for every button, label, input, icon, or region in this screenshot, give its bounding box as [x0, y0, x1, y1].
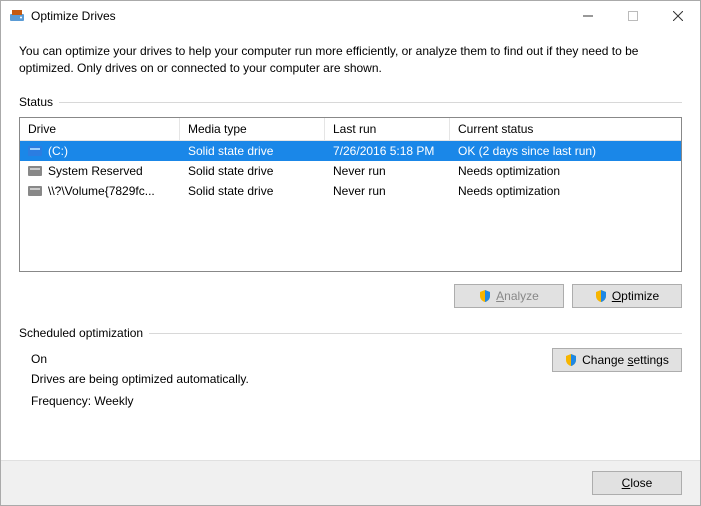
minimize-button[interactable]: [565, 1, 610, 31]
optimize-button[interactable]: Optimize: [572, 284, 682, 308]
cell-status: OK (2 days since last run): [450, 144, 681, 158]
cell-media: Solid state drive: [180, 144, 325, 158]
divider: [59, 102, 682, 103]
analyze-label-u: A: [496, 289, 504, 303]
cell-media: Solid state drive: [180, 164, 325, 178]
change-label-post: ettings: [634, 353, 669, 367]
close-window-button[interactable]: [655, 1, 700, 31]
optimize-label: ptimize: [621, 289, 659, 303]
scheduled-state: On: [31, 352, 552, 366]
col-header-lastrun[interactable]: Last run: [325, 118, 450, 140]
shield-icon: [595, 290, 607, 302]
cell-lastrun: Never run: [325, 184, 450, 198]
table-row[interactable]: (C:) Solid state drive 7/26/2016 5:18 PM…: [20, 141, 681, 161]
description-text: You can optimize your drives to help you…: [19, 43, 682, 77]
change-settings-button[interactable]: Change settings: [552, 348, 682, 372]
analyze-button: Analyze: [454, 284, 564, 308]
table-header: Drive Media type Last run Current status: [20, 118, 681, 141]
drive-icon: [28, 186, 42, 196]
cell-lastrun: Never run: [325, 164, 450, 178]
table-row[interactable]: \\?\Volume{7829fc... Solid state drive N…: [20, 181, 681, 201]
cell-drive: \\?\Volume{7829fc...: [48, 184, 155, 198]
scheduled-frequency: Frequency: Weekly: [31, 394, 552, 408]
drives-table: Drive Media type Last run Current status…: [19, 117, 682, 272]
cell-lastrun: 7/26/2016 5:18 PM: [325, 144, 450, 158]
table-row[interactable]: System Reserved Solid state drive Never …: [20, 161, 681, 181]
cell-media: Solid state drive: [180, 184, 325, 198]
cell-drive: (C:): [48, 144, 68, 158]
col-header-status[interactable]: Current status: [450, 118, 681, 140]
col-header-media[interactable]: Media type: [180, 118, 325, 140]
close-button[interactable]: Close: [592, 471, 682, 495]
shield-icon: [479, 290, 491, 302]
cell-drive: System Reserved: [48, 164, 143, 178]
drive-icon: [28, 166, 42, 176]
close-label: lose: [630, 476, 652, 490]
cell-status: Needs optimization: [450, 184, 681, 198]
scheduled-desc: Drives are being optimized automatically…: [31, 372, 552, 386]
window-title: Optimize Drives: [31, 9, 116, 23]
cell-status: Needs optimization: [450, 164, 681, 178]
scheduled-section-label: Scheduled optimization: [19, 326, 143, 340]
divider: [149, 333, 682, 334]
maximize-button: [610, 1, 655, 31]
analyze-label: nalyze: [504, 289, 539, 303]
optimize-label-u: O: [612, 289, 621, 303]
drive-icon: [28, 146, 42, 156]
change-label-pre: Change: [582, 353, 627, 367]
footer: Close: [1, 460, 700, 505]
shield-icon: [565, 354, 577, 366]
titlebar: Optimize Drives: [1, 1, 700, 31]
col-header-drive[interactable]: Drive: [20, 118, 180, 140]
app-icon: [9, 8, 25, 24]
status-section-label: Status: [19, 95, 53, 109]
